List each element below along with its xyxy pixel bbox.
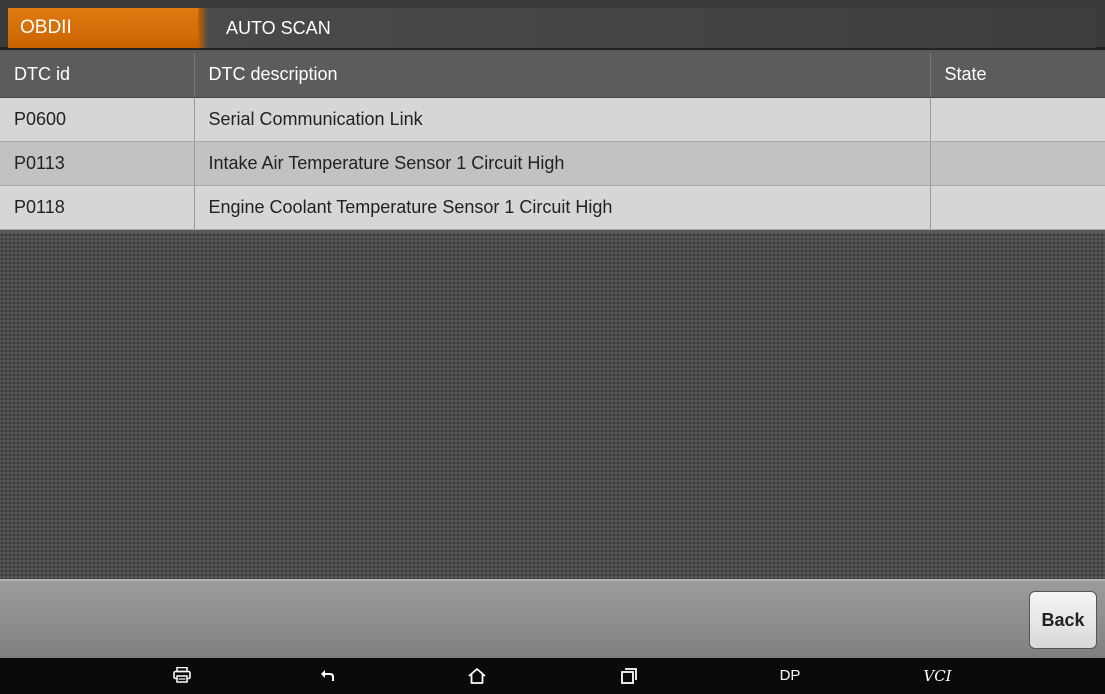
action-bar: Back (0, 579, 1105, 658)
recent-apps-icon[interactable] (614, 658, 644, 694)
table-row[interactable]: P0113 Intake Air Temperature Sensor 1 Ci… (0, 141, 1105, 186)
system-nav-bar: DP VCI (0, 658, 1105, 694)
column-header-dtc-description: DTC description (194, 53, 931, 98)
empty-content-area (0, 233, 1105, 579)
dtc-id-cell: P0113 (0, 141, 195, 186)
dtc-table: DTC id DTC description State P0600 Seria… (0, 53, 1105, 230)
tab-obdii[interactable]: OBDII (8, 8, 198, 48)
title-bar: OBDII AUTO SCAN (0, 0, 1105, 50)
table-row[interactable]: P0118 Engine Coolant Temperature Sensor … (0, 185, 1105, 230)
column-header-dtc-id: DTC id (0, 53, 195, 98)
home-icon[interactable] (462, 658, 492, 694)
back-button[interactable]: Back (1029, 591, 1097, 649)
dtc-state-cell (930, 141, 1105, 186)
printer-icon[interactable] (165, 658, 199, 694)
column-header-state: State (930, 53, 1105, 98)
dtc-id-cell: P0118 (0, 185, 195, 230)
dtc-description-cell: Engine Coolant Temperature Sensor 1 Circ… (194, 185, 931, 230)
app-screen: OBDII AUTO SCAN DTC id DTC description S… (0, 0, 1105, 694)
dtc-state-cell (930, 97, 1105, 142)
dtc-state-cell (930, 185, 1105, 230)
vci-label[interactable]: VCI (915, 658, 960, 694)
dtc-description-cell: Serial Communication Link (194, 97, 931, 142)
dtc-description-cell: Intake Air Temperature Sensor 1 Circuit … (194, 141, 931, 186)
dp-label[interactable]: DP (770, 658, 810, 694)
back-arrow-icon[interactable] (313, 658, 343, 694)
page-title: AUTO SCAN (198, 8, 1096, 48)
dtc-id-cell: P0600 (0, 97, 195, 142)
table-row[interactable]: P0600 Serial Communication Link (0, 97, 1105, 142)
table-header-row: DTC id DTC description State (0, 53, 1105, 98)
